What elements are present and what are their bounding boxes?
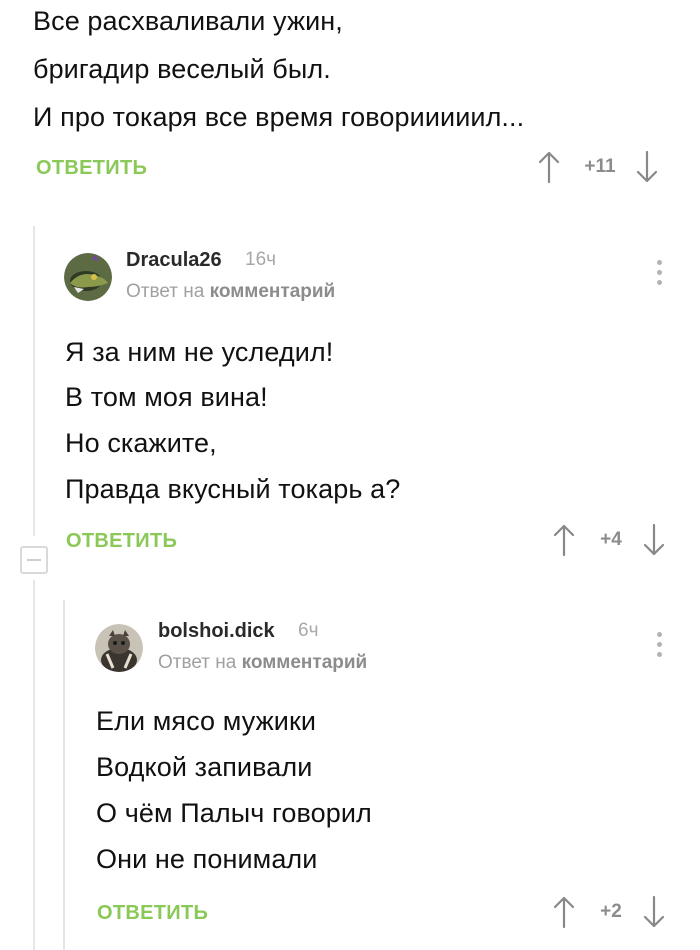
vote-controls: +4 (553, 523, 665, 557)
comment-text-line: Но скажите, (65, 428, 217, 458)
avatar-image (64, 253, 112, 301)
avatar[interactable] (64, 253, 112, 301)
comment-text-line: Они не понимали (96, 844, 318, 874)
reply-to-info: Ответ на комментарий (158, 652, 367, 674)
arrow-up-icon[interactable] (553, 523, 575, 557)
avatar[interactable] (95, 624, 143, 672)
reply-button[interactable]: ОТВЕТИТЬ (66, 530, 177, 553)
arrow-up-icon[interactable] (553, 895, 575, 929)
score: +2 (600, 901, 622, 922)
comment-text-line: И про токаря все время говорииииил... (33, 102, 525, 132)
vote-controls: +2 (553, 895, 665, 929)
arrow-down-icon[interactable] (643, 895, 665, 929)
arrow-up-icon[interactable] (538, 150, 560, 184)
thread-line-level-2 (63, 600, 65, 950)
comment-text-line: О чём Палыч говорил (96, 798, 372, 828)
comment-text-line: Ели мясо мужики (96, 706, 317, 736)
arrow-down-icon[interactable] (636, 150, 658, 184)
avatar-image (95, 624, 143, 672)
comment-text-line: Все расхваливали ужин, (33, 6, 343, 36)
reply-button[interactable]: ОТВЕТИТЬ (97, 902, 208, 925)
comment-text-line: В том моя вина! (65, 382, 268, 412)
vote-controls: +11 (538, 150, 658, 184)
author-name[interactable]: Dracula26 (126, 249, 222, 272)
reply-to-prefix: Ответ на (158, 652, 237, 673)
thread-line-level-1-lower (33, 580, 35, 950)
comment-time: 6ч (298, 620, 319, 641)
reply-to-link[interactable]: комментарий (210, 281, 336, 302)
comment-text-line: Водкой запивали (96, 752, 313, 782)
score: +4 (600, 529, 622, 550)
comment-text-line: Я за ним не уследил! (65, 337, 334, 367)
comment-text-line: Правда вкусный токарь а? (65, 474, 401, 504)
thread-line-level-1 (33, 226, 35, 536)
collapse-minus-icon[interactable] (20, 546, 48, 574)
more-vertical-icon[interactable] (655, 632, 663, 657)
author-name[interactable]: bolshoi.dick (158, 620, 275, 643)
reply-to-prefix: Ответ на (126, 281, 205, 302)
reply-to-link[interactable]: комментарий (242, 652, 368, 673)
arrow-down-icon[interactable] (643, 523, 665, 557)
more-vertical-icon[interactable] (655, 260, 663, 285)
comment-time: 16ч (245, 249, 277, 270)
reply-button[interactable]: ОТВЕТИТЬ (36, 157, 147, 180)
reply-to-info: Ответ на комментарий (126, 281, 335, 303)
comment-text-line: бригадир веселый был. (33, 54, 331, 84)
score: +11 (584, 156, 616, 177)
